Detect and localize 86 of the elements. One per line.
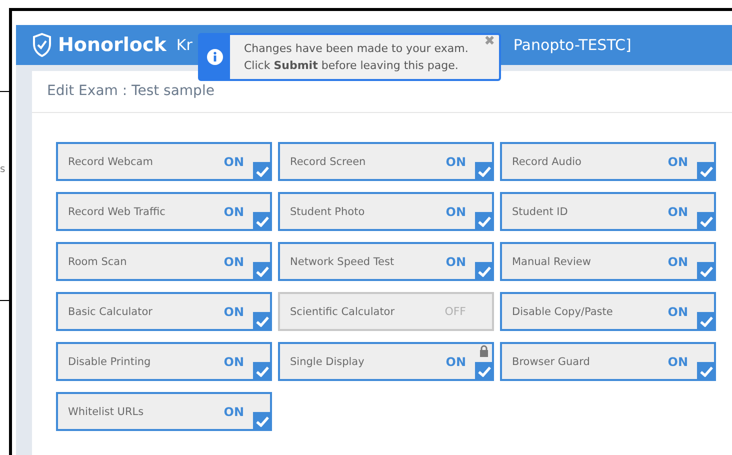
setting-toggle[interactable]: Record Audio ON bbox=[500, 142, 716, 181]
logo-text: Honorlock bbox=[58, 34, 166, 56]
setting-status: ON bbox=[224, 204, 244, 218]
setting-toggle[interactable]: Record Screen ON bbox=[278, 142, 494, 181]
setting-status: ON bbox=[224, 404, 244, 418]
background-text-fragment: s bbox=[0, 164, 6, 175]
setting-status: ON bbox=[446, 354, 466, 368]
setting-label: Disable Printing bbox=[68, 356, 151, 368]
setting-label: Student ID bbox=[512, 206, 568, 218]
setting-toggle[interactable]: Whitelist URLs ON bbox=[56, 392, 272, 431]
checkbox-checked[interactable] bbox=[475, 162, 494, 181]
checkbox-checked[interactable] bbox=[475, 362, 494, 381]
setting-status: ON bbox=[224, 254, 244, 268]
checkmark-icon bbox=[256, 266, 269, 277]
checkmark-icon bbox=[256, 366, 269, 377]
checkmark-icon bbox=[478, 366, 491, 377]
setting-label: Network Speed Test bbox=[290, 256, 394, 268]
checkmark-icon bbox=[478, 216, 491, 227]
checkbox-checked[interactable] bbox=[475, 212, 494, 231]
setting-status: ON bbox=[668, 354, 688, 368]
checkmark-icon bbox=[256, 416, 269, 427]
setting-toggle[interactable]: Network Speed Test ON bbox=[278, 242, 494, 281]
header-title: Kr bbox=[176, 36, 192, 54]
setting-toggle[interactable]: Basic Calculator ON bbox=[56, 292, 272, 331]
checkmark-icon bbox=[700, 366, 713, 377]
setting-status: ON bbox=[224, 154, 244, 168]
checkbox-checked[interactable] bbox=[253, 162, 272, 181]
checkbox-checked[interactable] bbox=[475, 262, 494, 281]
setting-status: ON bbox=[668, 154, 688, 168]
setting-label: Record Web Traffic bbox=[68, 206, 166, 218]
setting-status: ON bbox=[446, 204, 466, 218]
setting-label: Student Photo bbox=[290, 206, 365, 218]
setting-status: ON bbox=[668, 254, 688, 268]
close-button[interactable]: ✖ bbox=[484, 34, 495, 49]
setting-toggle[interactable]: Student Photo ON bbox=[278, 192, 494, 231]
setting-label: Browser Guard bbox=[512, 356, 590, 368]
setting-status: ON bbox=[224, 354, 244, 368]
setting-toggle[interactable]: Room Scan ON bbox=[56, 242, 272, 281]
checkbox-checked[interactable] bbox=[253, 212, 272, 231]
checkbox-checked[interactable] bbox=[253, 262, 272, 281]
setting-toggle[interactable]: Student ID ON bbox=[500, 192, 716, 231]
setting-status: OFF bbox=[444, 305, 466, 318]
checkmark-icon bbox=[700, 166, 713, 177]
setting-status: ON bbox=[446, 254, 466, 268]
setting-toggle[interactable]: Record Web Traffic ON bbox=[56, 192, 272, 231]
checkmark-icon bbox=[700, 316, 713, 327]
checkbox-checked[interactable] bbox=[253, 362, 272, 381]
setting-label: Single Display bbox=[290, 356, 364, 368]
header-title: Panopto-TESTC] bbox=[513, 36, 632, 54]
shield-check-icon bbox=[32, 33, 52, 57]
setting-label: Record Webcam bbox=[68, 156, 153, 168]
checkbox-checked[interactable] bbox=[697, 212, 716, 231]
setting-toggle[interactable]: Browser Guard ON bbox=[500, 342, 716, 381]
checkmark-icon bbox=[256, 166, 269, 177]
setting-label: Disable Copy/Paste bbox=[512, 306, 613, 318]
setting-toggle[interactable]: Record Webcam ON bbox=[56, 142, 272, 181]
checkmark-icon bbox=[478, 266, 491, 277]
setting-label: Record Screen bbox=[290, 156, 366, 168]
setting-status: ON bbox=[446, 154, 466, 168]
setting-label: Record Audio bbox=[512, 156, 582, 168]
setting-label: Basic Calculator bbox=[68, 306, 152, 318]
setting-label: Scientific Calculator bbox=[290, 306, 395, 318]
checkbox-checked[interactable] bbox=[697, 312, 716, 331]
checkmark-icon bbox=[256, 216, 269, 227]
setting-toggle[interactable]: Disable Copy/Paste ON bbox=[500, 292, 716, 331]
setting-toggle[interactable]: Disable Printing ON bbox=[56, 342, 272, 381]
checkbox-checked[interactable] bbox=[253, 412, 272, 431]
setting-toggle[interactable]: Single Display ON bbox=[278, 342, 494, 381]
setting-label: Manual Review bbox=[512, 256, 591, 268]
setting-toggle[interactable]: Manual Review ON bbox=[500, 242, 716, 281]
checkbox-checked[interactable] bbox=[697, 262, 716, 281]
checkmark-icon bbox=[700, 216, 713, 227]
checkmark-icon bbox=[700, 266, 713, 277]
checkmark-icon bbox=[478, 166, 491, 177]
setting-status: ON bbox=[668, 204, 688, 218]
info-icon bbox=[207, 49, 223, 65]
setting-toggle[interactable]: Scientific Calculator OFF bbox=[278, 292, 494, 331]
setting-status: ON bbox=[668, 304, 688, 318]
setting-label: Room Scan bbox=[68, 256, 127, 268]
toast-message: Changes have been made to your exam. Click Submit before leaving this page. bbox=[243, 41, 468, 74]
setting-label: Whitelist URLs bbox=[68, 406, 144, 418]
checkmark-icon bbox=[256, 316, 269, 327]
checkbox-checked[interactable] bbox=[697, 362, 716, 381]
checkbox-checked[interactable] bbox=[697, 162, 716, 181]
setting-status: ON bbox=[224, 304, 244, 318]
checkbox-checked[interactable] bbox=[253, 312, 272, 331]
